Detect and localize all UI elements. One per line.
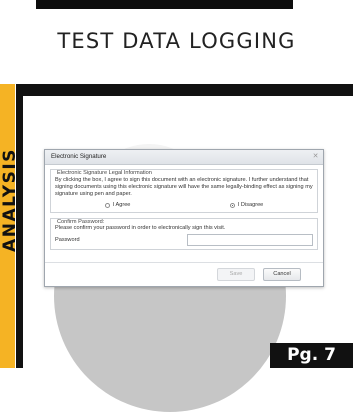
close-icon[interactable]: ✕ — [311, 152, 320, 161]
dialog-title-bar: Electronic Signature ✕ — [45, 150, 323, 165]
button-divider — [45, 262, 323, 263]
password-row: Password — [55, 234, 313, 246]
disagree-label: I Disagree — [237, 202, 264, 208]
page-heading: TEST DATA LOGGING — [57, 29, 296, 53]
password-section: Confirm Password: Please confirm your pa… — [50, 218, 318, 250]
consent-radio-group: I Agree I Disagree — [55, 202, 313, 208]
top-decorative-bar — [36, 0, 293, 9]
disagree-radio[interactable]: I Disagree — [229, 202, 264, 208]
dialog-title: Electronic Signature — [51, 153, 107, 160]
agree-radio-icon[interactable] — [104, 202, 110, 208]
electronic-signature-dialog: Electronic Signature ✕ Electronic Signat… — [44, 149, 324, 287]
legal-legend: Electronic Signature Legal Information — [55, 170, 154, 176]
agree-radio[interactable]: I Agree — [104, 202, 131, 208]
disagree-radio-icon[interactable] — [229, 202, 235, 208]
cancel-button[interactable]: Cancel — [263, 268, 301, 281]
legal-section: Electronic Signature Legal Information B… — [50, 169, 318, 213]
save-button[interactable]: Save — [217, 268, 255, 281]
page-number-tab: Pg. 7 — [270, 343, 353, 368]
legal-text: By clicking the box, I agree to sign thi… — [55, 177, 313, 197]
password-instructions: Please confirm your password in order to… — [55, 225, 226, 231]
password-label: Password — [55, 237, 80, 243]
password-field[interactable] — [187, 234, 313, 246]
agree-label: I Agree — [112, 202, 131, 208]
